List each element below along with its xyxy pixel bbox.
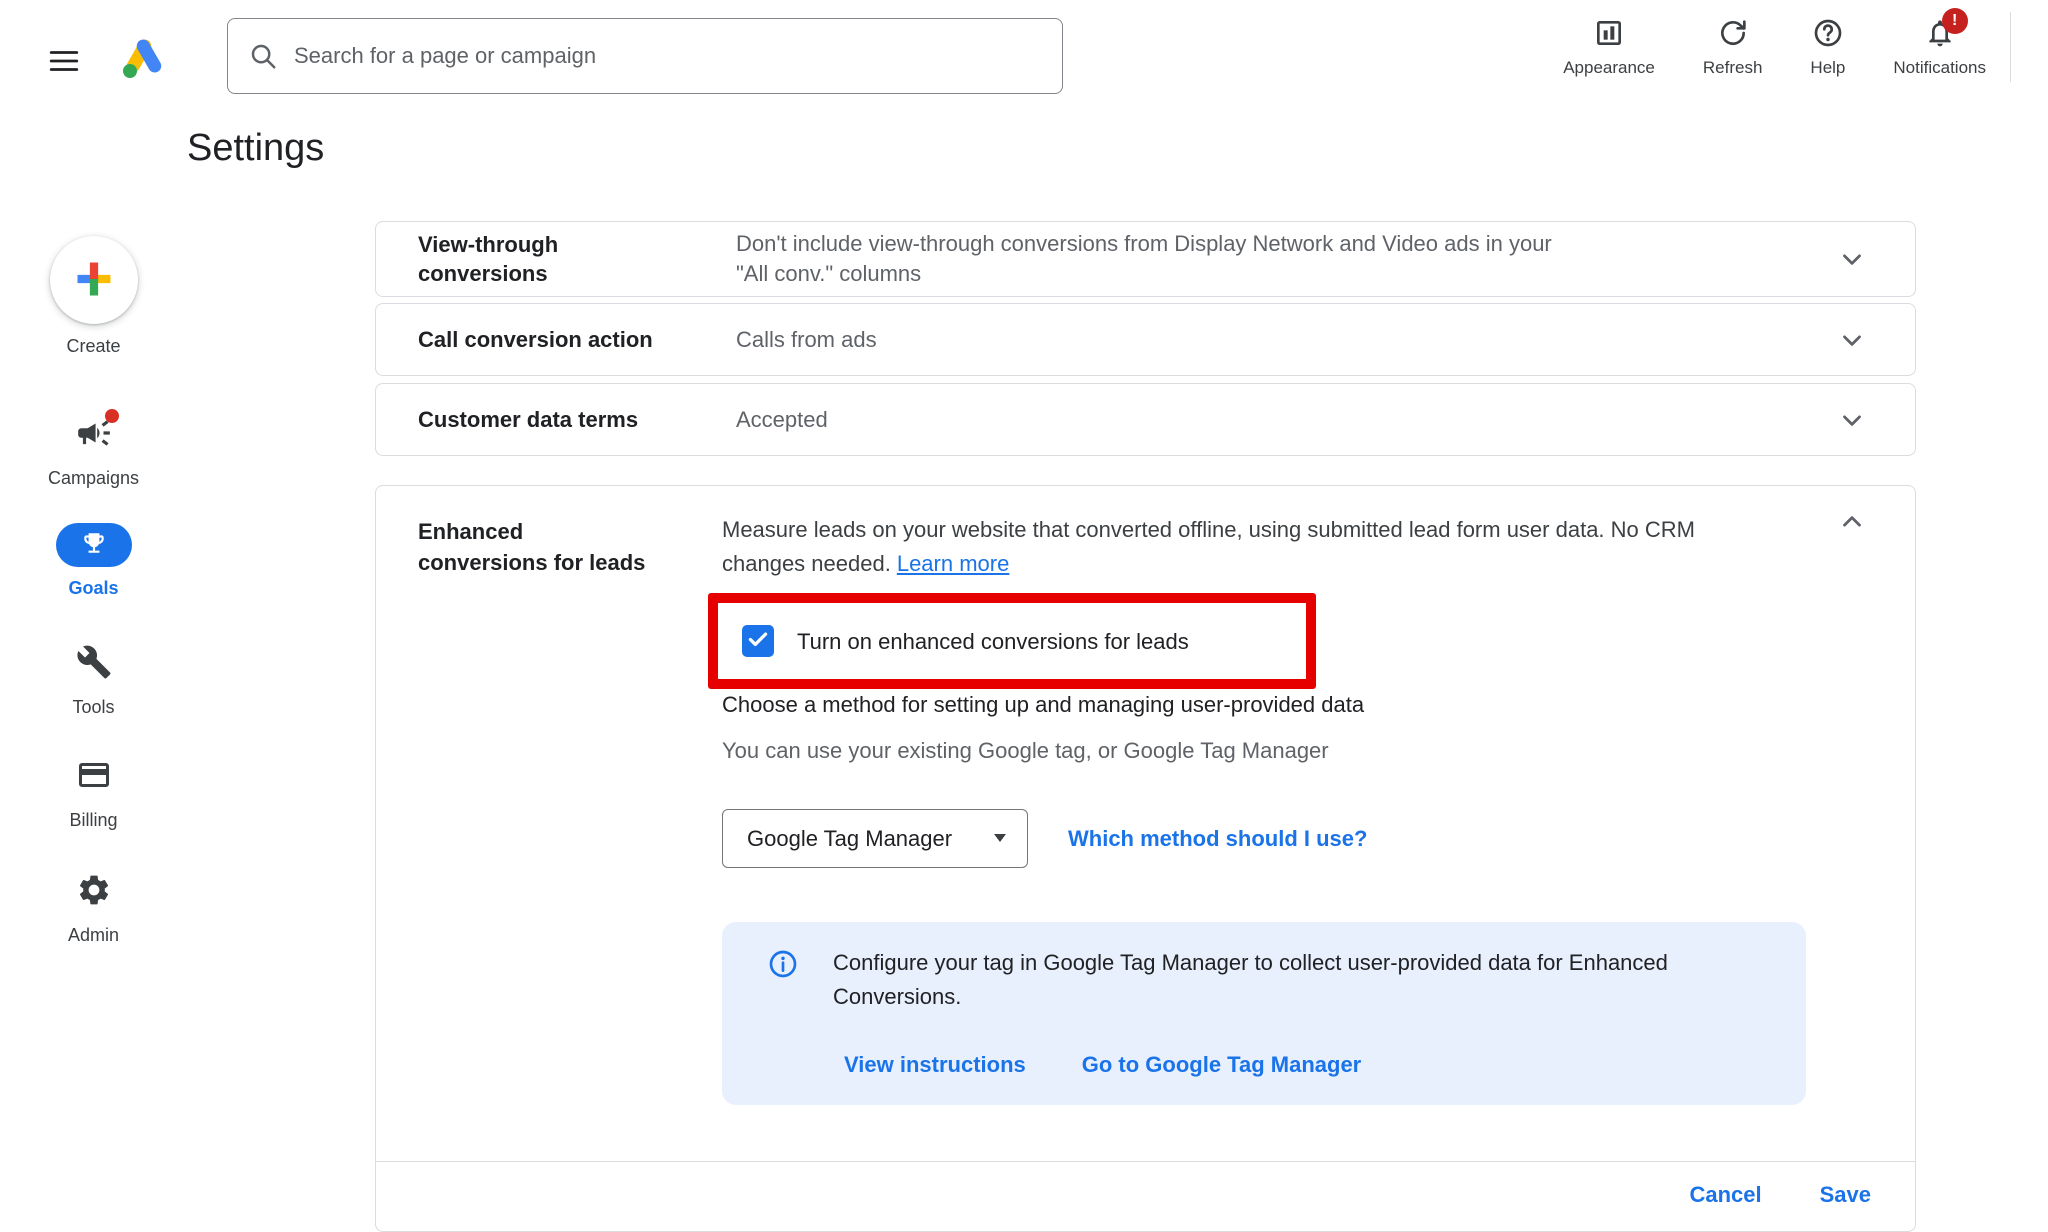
refresh-icon (1717, 16, 1749, 50)
help-icon (1812, 16, 1844, 50)
dropdown-caret-icon (993, 834, 1007, 843)
setting-row-customer-data-terms[interactable]: Customer data terms Accepted (375, 383, 1916, 456)
main-menu-button[interactable] (40, 38, 88, 86)
billing-card-icon (76, 757, 112, 798)
method-dropdown-value: Google Tag Manager (747, 826, 952, 852)
help-label: Help (1810, 58, 1845, 78)
notifications-bell-icon: ! (1924, 16, 1956, 50)
notifications-label: Notifications (1893, 58, 1986, 78)
tools-wrench-icon (76, 644, 112, 685)
setting-row-value: Calls from ads (736, 325, 1915, 355)
notifications-button[interactable]: ! Notifications (1893, 16, 1986, 78)
refresh-label: Refresh (1703, 58, 1763, 78)
help-button[interactable]: Help (1810, 16, 1845, 78)
sidebar-item-goals[interactable]: Goals (0, 523, 187, 599)
checkmark-icon (745, 626, 771, 657)
chevron-down-icon[interactable] (1837, 405, 1867, 435)
sidebar-item-campaigns[interactable]: Campaigns (0, 413, 187, 489)
tools-label: Tools (72, 697, 114, 718)
goals-label: Goals (68, 578, 118, 599)
setting-row-label: Call conversion action (418, 325, 736, 354)
google-ads-logo-icon (120, 34, 168, 82)
hamburger-icon (47, 44, 81, 81)
search-icon (248, 41, 278, 71)
campaigns-label: Campaigns (48, 468, 139, 489)
billing-label: Billing (69, 810, 117, 831)
sidebar-item-admin[interactable]: Admin (0, 870, 187, 946)
info-box-text: Configure your tag in Google Tag Manager… (833, 946, 1773, 1014)
enhanced-conversions-description: Measure leads on your website that conve… (722, 513, 1852, 581)
footer-divider (376, 1161, 1915, 1162)
setting-row-label: Customer data terms (418, 405, 736, 434)
google-ads-app: Appearance Refresh Help ! Notifications (0, 0, 2048, 1213)
goals-active-pill (56, 523, 132, 567)
chevron-down-icon[interactable] (1837, 244, 1867, 274)
cancel-button[interactable]: Cancel (1689, 1180, 1761, 1210)
appearance-icon (1593, 16, 1625, 50)
setting-row-call-conversion-action[interactable]: Call conversion action Calls from ads (375, 303, 1916, 376)
topbar-divider (2010, 12, 2011, 82)
info-box-links: View instructions Go to Google Tag Manag… (844, 1050, 1361, 1080)
method-dropdown[interactable]: Google Tag Manager (722, 809, 1028, 868)
info-icon (767, 948, 799, 980)
admin-label: Admin (68, 925, 119, 946)
page-title: Settings (187, 127, 324, 170)
chevron-down-icon[interactable] (1837, 325, 1867, 355)
topbar-actions: Appearance Refresh Help ! Notifications (1563, 16, 1986, 78)
setting-row-value: Don't include view-through conversions f… (736, 229, 1915, 289)
create-label: Create (66, 336, 120, 357)
global-search-box[interactable] (227, 18, 1063, 94)
description-text: Measure leads on your website that conve… (722, 517, 1695, 576)
enhanced-conversions-card: Enhanced conversions for leads Measure l… (375, 485, 1916, 1232)
footer-buttons: Cancel Save (1689, 1180, 1871, 1210)
create-button[interactable] (50, 236, 138, 324)
setting-row-label: View-through conversions (418, 230, 736, 288)
search-input[interactable] (294, 43, 1042, 69)
appearance-label: Appearance (1563, 58, 1655, 78)
setting-row-value: Accepted (736, 405, 1915, 435)
sidebar-item-billing[interactable]: Billing (0, 755, 187, 831)
notification-badge: ! (1942, 8, 1968, 34)
method-heading: Choose a method for setting up and manag… (722, 690, 1364, 720)
checkbox-label[interactable]: Turn on enhanced conversions for leads (797, 627, 1189, 657)
go-to-gtm-link[interactable]: Go to Google Tag Manager (1082, 1050, 1362, 1080)
save-button[interactable]: Save (1820, 1180, 1871, 1210)
setting-row-view-through-conversions[interactable]: View-through conversions Don't include v… (375, 221, 1916, 297)
refresh-button[interactable]: Refresh (1703, 16, 1763, 78)
multicolor-plus-icon (72, 257, 116, 304)
enhanced-conversions-label: Enhanced conversions for leads (418, 516, 728, 578)
gtm-info-box: Configure your tag in Google Tag Manager… (722, 922, 1806, 1105)
appearance-button[interactable]: Appearance (1563, 16, 1655, 78)
sidebar-item-create: Create (0, 236, 187, 357)
learn-more-link[interactable]: Learn more (897, 551, 1010, 576)
admin-gear-icon (76, 872, 112, 913)
goals-trophy-icon (81, 530, 107, 561)
view-instructions-link[interactable]: View instructions (844, 1050, 1026, 1080)
campaigns-alert-dot (105, 409, 119, 423)
sidebar-item-tools[interactable]: Tools (0, 642, 187, 718)
which-method-link[interactable]: Which method should I use? (1068, 824, 1367, 854)
method-subtext: You can use your existing Google tag, or… (722, 736, 1329, 766)
enhanced-conversions-checkbox[interactable] (742, 625, 774, 657)
